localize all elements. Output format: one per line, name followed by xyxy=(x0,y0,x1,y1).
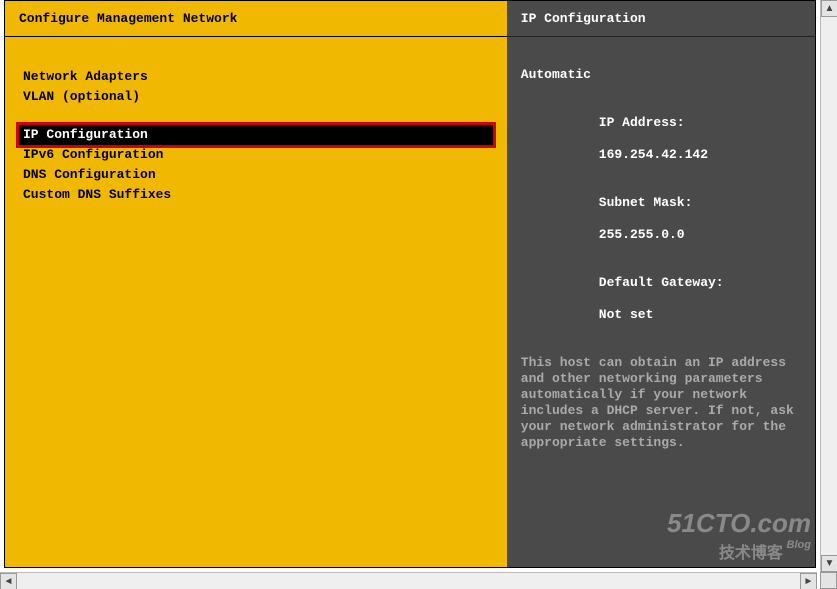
scroll-down-button[interactable]: ▼ xyxy=(821,555,837,572)
chevron-down-icon: ▼ xyxy=(825,558,835,569)
ip-mode: Automatic xyxy=(521,67,801,83)
vertical-scrollbar[interactable]: ▲ ▼ xyxy=(820,0,837,572)
horizontal-scrollbar[interactable]: ◄ ► xyxy=(0,572,817,589)
ip-address-value: 169.254.42.142 xyxy=(599,147,708,162)
viewport: Configure Management Network Network Ada… xyxy=(0,0,837,589)
scroll-left-button[interactable]: ◄ xyxy=(0,573,17,589)
right-panel: IP Configuration Automatic IP Address: 1… xyxy=(507,1,815,567)
menu-vlan[interactable]: VLAN (optional) xyxy=(19,87,493,107)
chevron-left-icon: ◄ xyxy=(4,576,14,587)
left-panel: Configure Management Network Network Ada… xyxy=(5,1,507,567)
ip-address-label: IP Address: xyxy=(599,115,685,130)
left-panel-title: Configure Management Network xyxy=(5,1,507,37)
right-panel-body: Automatic IP Address: 169.254.42.142 Sub… xyxy=(507,37,815,567)
scrollbar-corner xyxy=(820,572,837,589)
menu-ipv6-configuration[interactable]: IPv6 Configuration xyxy=(19,145,493,165)
scroll-right-button[interactable]: ► xyxy=(800,573,817,589)
scroll-up-button[interactable]: ▲ xyxy=(821,0,837,17)
default-gateway-value: Not set xyxy=(599,307,654,322)
menu-group-b: IP Configuration IPv6 Configuration DNS … xyxy=(19,125,493,205)
menu-network-adapters[interactable]: Network Adapters xyxy=(19,67,493,87)
subnet-mask-row: Subnet Mask: 255.255.0.0 xyxy=(521,179,801,259)
chevron-up-icon: ▲ xyxy=(825,3,835,14)
right-panel-title: IP Configuration xyxy=(507,1,815,37)
ip-address-row: IP Address: 169.254.42.142 xyxy=(521,99,801,179)
ip-description: This host can obtain an IP address and o… xyxy=(521,355,801,451)
default-gateway-label: Default Gateway: xyxy=(599,275,724,290)
menu-ip-configuration[interactable]: IP Configuration xyxy=(19,125,493,145)
menu-custom-dns-suffixes[interactable]: Custom DNS Suffixes xyxy=(19,185,493,205)
chevron-right-icon: ► xyxy=(804,576,814,587)
menu-dns-configuration[interactable]: DNS Configuration xyxy=(19,165,493,185)
default-gateway-row: Default Gateway: Not set xyxy=(521,259,801,339)
menu-group-a: Network Adapters VLAN (optional) xyxy=(19,67,493,107)
subnet-mask-value: 255.255.0.0 xyxy=(599,227,685,242)
left-menu: Network Adapters VLAN (optional) IP Conf… xyxy=(5,37,507,567)
console-window: Configure Management Network Network Ada… xyxy=(4,0,816,568)
subnet-mask-label: Subnet Mask: xyxy=(599,195,693,210)
